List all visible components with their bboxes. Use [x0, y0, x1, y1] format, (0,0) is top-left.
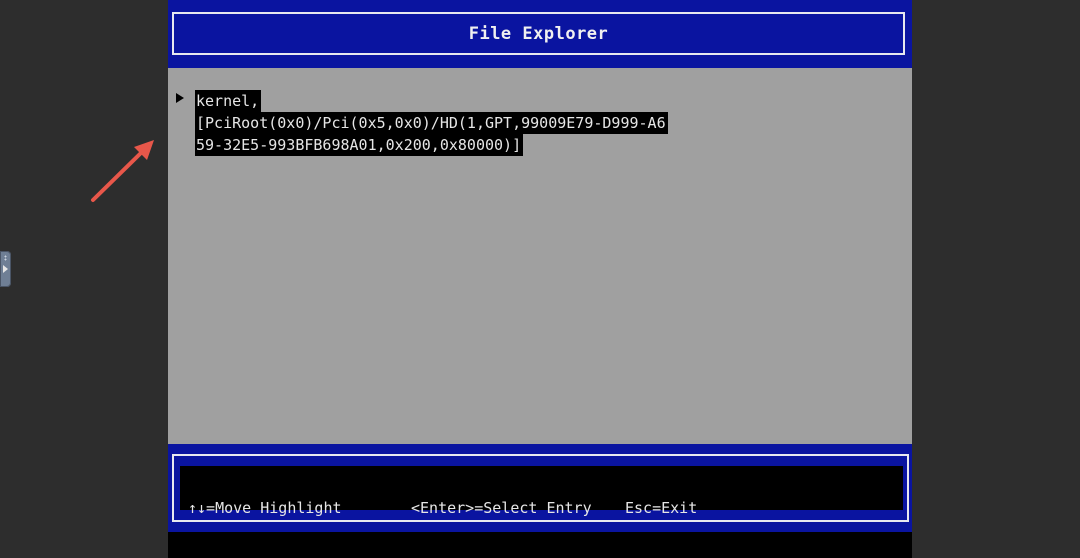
hint-exit: Esc=Exit: [625, 499, 698, 517]
grip-dots-icon: [4, 255, 7, 261]
entry-line: [PciRoot(0x0)/Pci(0x5,0x0)/HD(1,GPT,9900…: [195, 112, 668, 134]
footer-frame: ↑↓=Move Highlight <Enter>=Select Entry E…: [172, 454, 909, 522]
hint-move-highlight: ↑↓=Move Highlight: [188, 499, 342, 517]
header-frame: File Explorer: [172, 12, 905, 55]
entry-line: 59-32E5-993BFB698A01,0x200,0x80000)]: [195, 134, 524, 156]
header-bar: File Explorer: [168, 0, 912, 68]
footer-bar: ↑↓=Move Highlight <Enter>=Select Entry E…: [168, 444, 912, 532]
window-title: File Explorer: [468, 23, 609, 44]
sidebar-toggle-handle[interactable]: [0, 251, 11, 287]
hint-area: ↑↓=Move Highlight <Enter>=Select Entry E…: [180, 466, 903, 517]
entry-text: kernel, [PciRoot(0x0)/Pci(0x5,0x0)/HD(1,…: [195, 90, 668, 156]
page: { "window": { "title": "File Explorer" }…: [0, 0, 1080, 558]
chevron-right-icon: [3, 265, 8, 273]
entry-line: kernel,: [195, 90, 262, 112]
bottom-strip: [168, 532, 912, 558]
firmware-screen: File Explorer kernel, [PciRoot(0x0)/Pci(…: [168, 0, 912, 558]
hint-select-entry: <Enter>=Select Entry: [411, 499, 592, 517]
arrow-annotation-icon: [91, 140, 154, 202]
triangle-right-icon: [176, 93, 184, 103]
file-list: kernel, [PciRoot(0x0)/Pci(0x5,0x0)/HD(1,…: [168, 68, 912, 444]
